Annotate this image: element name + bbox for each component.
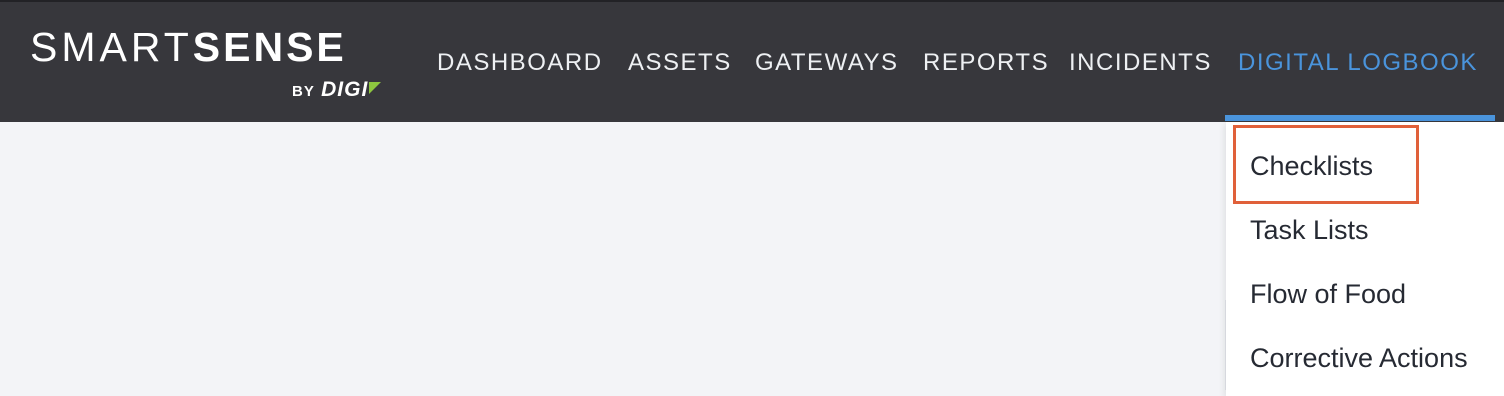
menu-item-task-lists[interactable]: Task Lists [1250, 213, 1369, 247]
nav-gateways[interactable]: GATEWAYS [755, 48, 899, 78]
logo-wordmark: SMARTSENSE [30, 24, 347, 70]
menu-item-flow-of-food[interactable]: Flow of Food [1250, 277, 1406, 311]
nav-reports[interactable]: REPORTS [923, 48, 1049, 78]
nav-incidents[interactable]: INCIDENTS [1069, 48, 1212, 78]
top-navigation-bar: SMARTSENSE BY DIGI DASHBOARD ASSETS GATE… [0, 0, 1504, 122]
nav-dashboard[interactable]: DASHBOARD [437, 48, 603, 78]
nav-digital-logbook[interactable]: DIGITAL LOGBOOK [1238, 48, 1478, 78]
nav-assets[interactable]: ASSETS [628, 48, 732, 78]
menu-item-corrective-actions[interactable]: Corrective Actions [1250, 341, 1468, 375]
logo-word-sense: SENSE [192, 24, 347, 70]
logo-digi-text: DIGI [321, 78, 369, 101]
logo-byline: BY DIGI [292, 78, 382, 102]
active-tab-underline [1225, 115, 1495, 121]
logo-by-text: BY [292, 83, 315, 100]
logo-word-smart: SMART [30, 24, 193, 70]
menu-item-checklists[interactable]: Checklists [1250, 149, 1373, 183]
digi-mark-icon [369, 82, 382, 94]
smartsense-logo[interactable]: SMARTSENSE BY DIGI [30, 24, 390, 104]
digital-logbook-dropdown-menu: Checklists Task Lists Flow of Food Corre… [1226, 122, 1504, 396]
